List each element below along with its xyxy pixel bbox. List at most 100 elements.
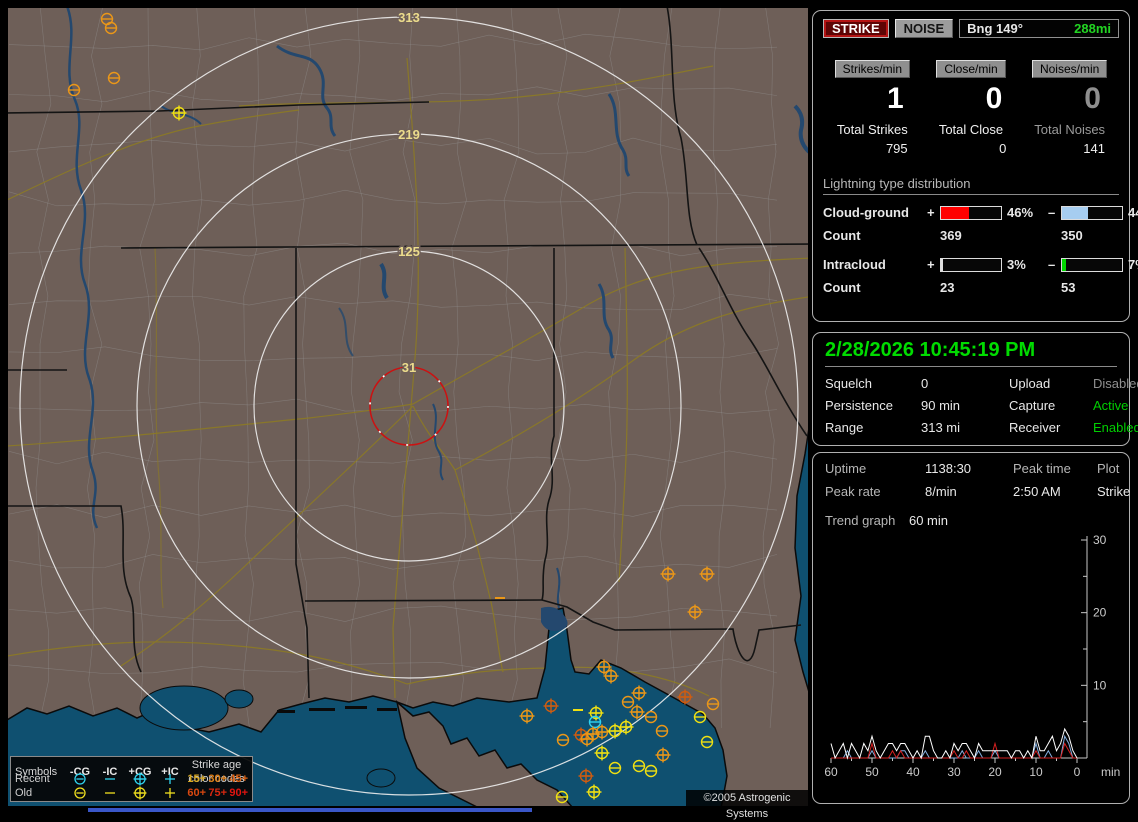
noises-per-min-button[interactable]: Noises/min: [1031, 60, 1108, 78]
cg-pos-pct: 46%: [1007, 205, 1034, 220]
x-tick-0: 0: [1074, 765, 1081, 779]
bearing-label: Bng 149°: [967, 21, 1023, 36]
strikes-per-min-button[interactable]: Strikes/min: [834, 60, 910, 78]
cg-neg-sign: –: [1048, 205, 1056, 220]
uptime-label: Uptime: [825, 461, 867, 476]
plot-label: Plot: [1097, 461, 1120, 476]
total-noises-label: Total Noises: [1034, 122, 1106, 137]
ic-pos-count: 23: [940, 280, 955, 295]
distribution-title: Lightning type distribution: [823, 176, 1119, 195]
trend-graph-value: 60 min: [908, 513, 948, 528]
stats-panel: STRIKE NOISE Bng 149° 288mi Strikes/min …: [812, 10, 1138, 322]
upload-label: Upload: [1009, 376, 1051, 391]
copyright: ©2005 Astrogenic Systems: [686, 790, 808, 820]
total-close-label: Total Close: [938, 122, 1004, 137]
plot-value: Strike: [1097, 484, 1131, 499]
lightning-map[interactable]: 313 219 125 31 Symbols -CG -IC +CG +IC Stri…: [6, 5, 816, 820]
total-noises-value: 141: [1083, 141, 1105, 156]
recent-pos-cg-icon: [125, 772, 155, 786]
trend-series-negative-cg: [831, 734, 1077, 759]
peak-time-value: 2:50 AM: [1013, 484, 1061, 499]
cg-pos-bar: [940, 205, 1002, 220]
peak-rate-value: 8/min: [925, 484, 957, 499]
x-tick-10: 10: [1029, 765, 1043, 779]
status-panel: 2/28/2026 10:45:19 PM Squelch 0 Upload D…: [812, 332, 1138, 446]
strikes-per-min-value: 1: [886, 82, 904, 115]
noises-per-min-value: 0: [1084, 82, 1101, 115]
receiver-value: Enabled: [1093, 420, 1138, 435]
x-tick-20: 20: [988, 765, 1002, 779]
map-legend: Symbols -CG -IC +CG +IC Strike age color…: [10, 756, 253, 802]
intracloud-label: Intracloud: [823, 257, 886, 272]
squelch-value: 0: [921, 376, 929, 391]
close-per-min-button[interactable]: Close/min: [936, 60, 1006, 78]
ic-pos-bar: [940, 257, 1002, 272]
y-tick-20: 20: [1093, 606, 1107, 620]
peak-rate-label: Peak rate: [825, 484, 881, 499]
trend-series-strikes-per-min: [830, 727, 1078, 760]
ic-count-label: Count: [823, 280, 861, 295]
datetime-display: 2/28/2026 10:45:19 PM: [825, 339, 1117, 367]
ic-pos-pct: 3%: [1007, 257, 1026, 272]
cg-neg-pct: 44%: [1128, 205, 1138, 220]
x-tick-40: 40: [906, 765, 920, 779]
strike-mode-button[interactable]: STRIKE: [823, 19, 889, 38]
cg-neg-count: 350: [1061, 228, 1083, 243]
recent-pos-ic-icon: [155, 772, 185, 786]
close-per-min-value: 0: [985, 82, 1003, 115]
map-canvas: 313 219 125 31: [6, 5, 816, 809]
noise-mode-button[interactable]: NOISE: [894, 19, 954, 38]
trend-graph: 10 20 30 60 50 40 30 20 10 0 min: [825, 533, 1120, 779]
ic-neg-bar: [1061, 257, 1123, 272]
y-tick-10: 10: [1093, 678, 1107, 692]
cg-pos-sign: +: [927, 205, 935, 220]
recent-neg-ic-icon: [95, 772, 125, 786]
ic-neg-sign: –: [1048, 257, 1056, 272]
age-15: 15+: [187, 773, 206, 786]
range-value: 313 mi: [921, 420, 961, 435]
squelch-label: Squelch: [825, 376, 872, 391]
ic-pos-sign: +: [927, 257, 935, 272]
total-close-value: 0: [999, 141, 1007, 156]
total-strikes-value: 795: [885, 141, 908, 156]
range-label: Range: [825, 420, 864, 435]
cg-neg-bar: [1061, 205, 1123, 220]
x-axis-unit: min: [1101, 765, 1120, 779]
x-tick-60: 60: [825, 765, 838, 779]
ic-neg-count: 53: [1061, 280, 1076, 295]
trend-graph-label: Trend graph: [825, 513, 896, 528]
persistence-value: 90 min: [921, 398, 961, 413]
legend-row-recent: Recent: [15, 773, 50, 786]
legend-row-old: Old: [15, 787, 33, 800]
age-75: 75+: [208, 787, 227, 800]
bearing-distance: 288mi: [1074, 21, 1111, 36]
capture-value: Active: [1093, 398, 1129, 413]
total-strikes-label: Total Strikes: [836, 122, 908, 137]
recent-neg-cg-icon: [65, 772, 95, 786]
cg-count-label: Count: [823, 228, 861, 243]
ring-label-125: 125: [398, 244, 420, 259]
persistence-label: Persistence: [825, 398, 893, 413]
info-panel: Uptime 1138:30 Peak time Plot Peak rate …: [812, 452, 1130, 804]
cg-pos-count: 369: [940, 228, 962, 243]
y-tick-30: 30: [1093, 533, 1107, 547]
x-tick-30: 30: [947, 765, 961, 779]
old-pos-cg-icon: [125, 786, 155, 800]
ic-neg-pct: 7%: [1128, 257, 1138, 272]
uptime-value: 1138:30: [925, 461, 972, 476]
x-tick-50: 50: [865, 765, 879, 779]
upload-value: Disabled: [1093, 376, 1138, 391]
peak-time-label: Peak time: [1013, 461, 1071, 476]
old-pos-ic-icon: [155, 786, 185, 800]
ring-label-31: 31: [402, 360, 416, 375]
ring-label-313: 313: [398, 10, 420, 25]
bearing-readout: Bng 149° 288mi: [959, 19, 1119, 38]
age-90: 90+: [229, 787, 248, 800]
window-edge-strip: [88, 808, 532, 812]
old-neg-cg-icon: [65, 786, 95, 800]
cloud-ground-label: Cloud-ground: [823, 205, 909, 220]
ring-label-219: 219: [398, 127, 420, 142]
capture-label: Capture: [1009, 398, 1056, 413]
age-45: 45+: [229, 773, 248, 786]
old-neg-ic-icon: [95, 786, 125, 800]
